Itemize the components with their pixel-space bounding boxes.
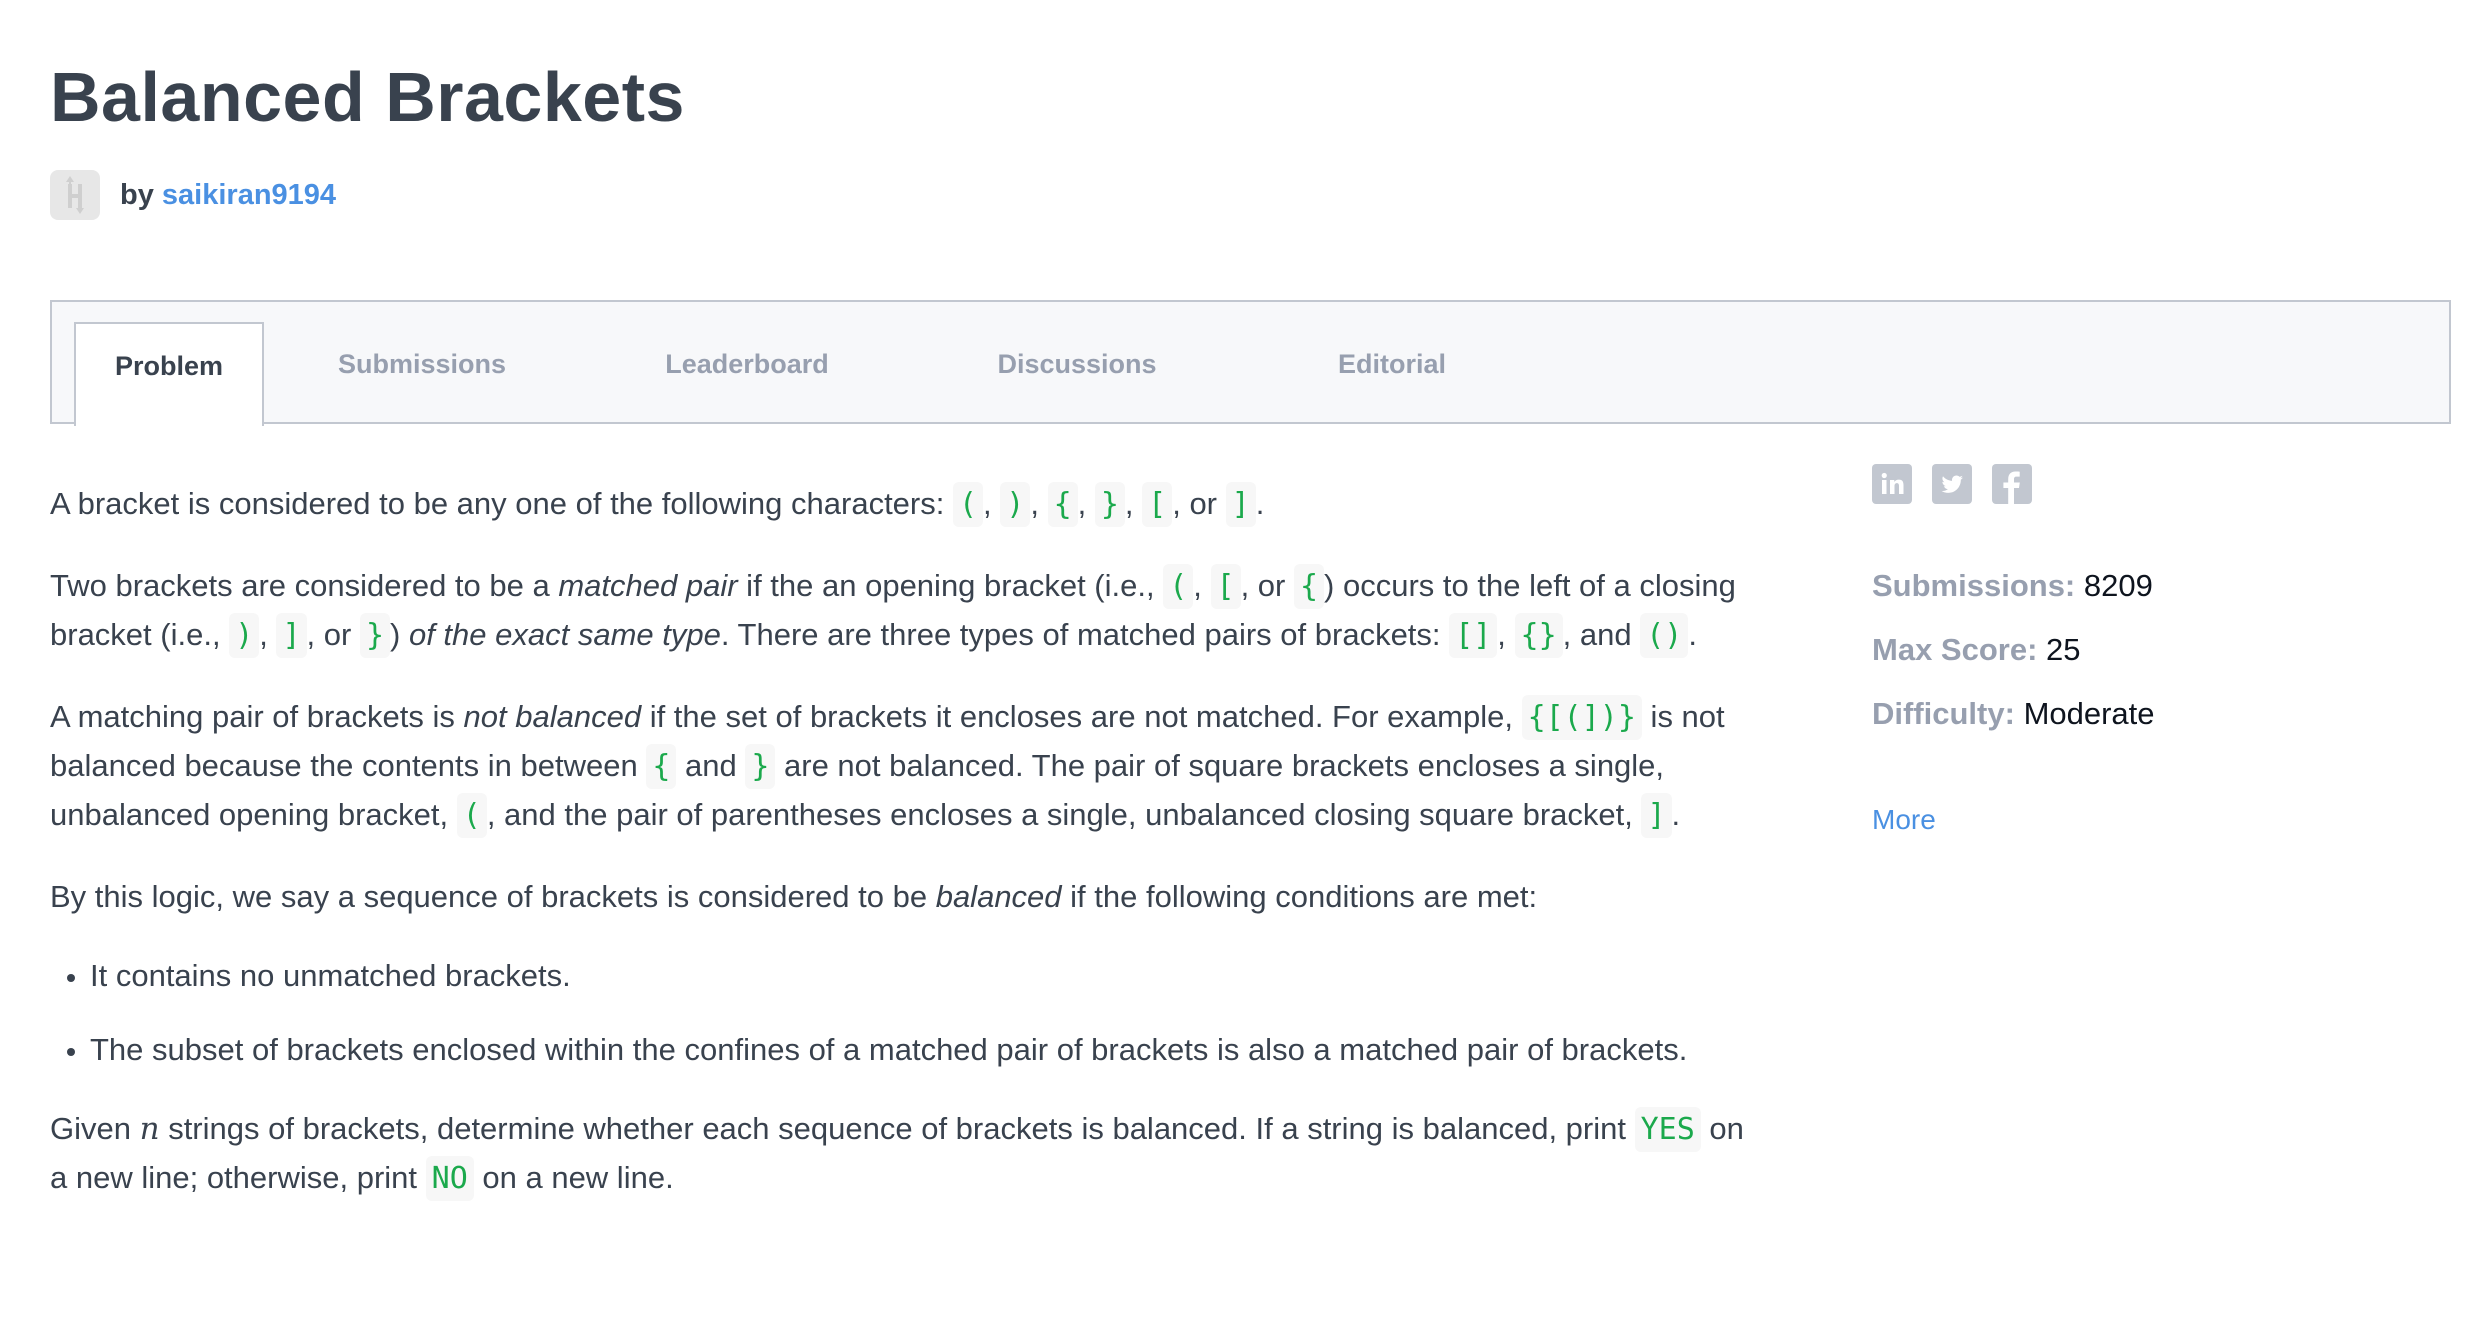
stat-value: 25 — [2046, 632, 2081, 667]
code-chip: NO — [425, 1156, 474, 1201]
code-chip: { — [646, 744, 677, 789]
paragraph-matched-pair: Two brackets are considered to be a matc… — [50, 562, 1750, 660]
paragraph-not-balanced: A matching pair of brackets is not balan… — [50, 693, 1750, 840]
text: . — [1688, 617, 1697, 652]
code-chip: ) — [1000, 482, 1031, 527]
code-chip: ( — [952, 482, 984, 527]
code-chip: { — [1047, 482, 1078, 527]
text: A bracket is considered to be any one of… — [50, 486, 953, 521]
stat-difficulty: Difficulty: Moderate — [1872, 682, 2432, 746]
paragraph-task: Given n strings of brackets, determine w… — [50, 1105, 1750, 1203]
code-chip: } — [745, 744, 776, 789]
stat-label: Submissions: — [1872, 568, 2076, 603]
text: , — [259, 617, 277, 652]
tab-problem[interactable]: Problem — [74, 322, 264, 426]
code-chip: [ — [1210, 564, 1241, 609]
emphasis: matched pair — [558, 568, 738, 603]
text: , and — [1562, 617, 1641, 652]
author-row: by saikiran9194 — [50, 170, 336, 220]
conditions-list: It contains no unmatched brackets. The s… — [50, 954, 1750, 1072]
text: , or — [1240, 568, 1294, 603]
linkedin-icon[interactable] — [1872, 464, 1912, 504]
text: . — [1255, 486, 1265, 521]
code-chip: ( — [456, 793, 487, 838]
twitter-icon[interactable] — [1932, 464, 1972, 504]
stat-label: Max Score: — [1872, 632, 2038, 667]
tab-submissions[interactable]: Submissions — [322, 322, 522, 424]
list-item: The subset of brackets enclosed within t… — [90, 1028, 1750, 1072]
text: , — [1077, 486, 1095, 521]
emphasis: not balanced — [463, 699, 642, 734]
text: , or — [306, 617, 360, 652]
text: and — [676, 748, 746, 783]
text: if the following conditions are met: — [1061, 879, 1538, 914]
stat-label: Difficulty: — [1872, 696, 2015, 731]
code-chip: ] — [276, 613, 307, 658]
code-chip: ( — [1163, 564, 1194, 609]
tab-editorial[interactable]: Editorial — [1292, 322, 1492, 424]
text: , — [1497, 617, 1515, 652]
text: A matching pair of brackets is — [50, 699, 464, 734]
text: ) — [390, 617, 409, 652]
code-chip: } — [1094, 482, 1125, 527]
text: Given — [50, 1111, 140, 1146]
text: , — [1030, 486, 1048, 521]
code-chip: [ — [1142, 482, 1173, 527]
paragraph-balanced-definition: By this logic, we say a sequence of brac… — [50, 873, 1750, 921]
text: , — [983, 486, 1001, 521]
code-chip: [] — [1449, 613, 1498, 658]
hackerrank-logo-icon — [66, 176, 84, 214]
code-chip: YES — [1634, 1107, 1701, 1152]
text: strings of brackets, determine whether e… — [159, 1111, 1635, 1146]
problem-statement: A bracket is considered to be any one of… — [50, 480, 1750, 1236]
text: , — [1124, 486, 1143, 521]
tab-leaderboard[interactable]: Leaderboard — [647, 322, 847, 424]
code-chip: {[(])} — [1521, 695, 1642, 740]
text: if the set of brackets it encloses are n… — [641, 699, 1522, 734]
challenge-stats: Submissions: 8209 Max Score: 25 Difficul… — [1872, 554, 2432, 746]
text: on a new line. — [473, 1160, 674, 1195]
stat-value: 8209 — [2083, 568, 2153, 603]
text: By this logic, we say a sequence of brac… — [50, 879, 936, 914]
paragraph-bracket-definition: A bracket is considered to be any one of… — [50, 480, 1750, 529]
facebook-icon[interactable] — [1992, 464, 2032, 504]
tab-discussions[interactable]: Discussions — [977, 322, 1177, 424]
tab-bar: Problem Submissions Leaderboard Discussi… — [50, 300, 2451, 426]
avatar — [50, 170, 100, 220]
sidebar: Submissions: 8209 Max Score: 25 Difficul… — [1872, 464, 2432, 836]
emphasis: balanced — [935, 879, 1062, 914]
code-chip: ] — [1641, 793, 1672, 838]
code-chip: ] — [1225, 482, 1256, 527]
text: if the an opening bracket (i.e., — [737, 568, 1164, 603]
byline: by saikiran9194 — [120, 179, 336, 212]
code-chip: { — [1293, 564, 1325, 609]
by-label: by — [120, 178, 154, 211]
more-link[interactable]: More — [1872, 804, 1936, 836]
text: Two brackets are considered to be a — [50, 568, 559, 603]
stat-value: Moderate — [2023, 696, 2155, 731]
text: , — [1193, 568, 1211, 603]
stat-max-score: Max Score: 25 — [1872, 618, 2432, 682]
math-variable: n — [139, 1111, 160, 1147]
social-share-row — [1872, 464, 2432, 504]
author-link[interactable]: saikiran9194 — [162, 179, 336, 211]
code-chip: () — [1640, 613, 1689, 658]
list-item: It contains no unmatched brackets. — [90, 954, 1750, 998]
text: . There are three types of matched pairs… — [720, 617, 1450, 652]
text: . — [1671, 797, 1681, 832]
code-chip: } — [359, 613, 391, 658]
text: , and the pair of parentheses encloses a… — [486, 797, 1642, 832]
code-chip: ) — [229, 613, 260, 658]
code-chip: {} — [1514, 613, 1563, 658]
emphasis: of the exact same type — [408, 617, 721, 652]
stat-submissions: Submissions: 8209 — [1872, 554, 2432, 618]
text: , or — [1172, 486, 1226, 521]
page-title: Balanced Brackets — [50, 58, 685, 136]
